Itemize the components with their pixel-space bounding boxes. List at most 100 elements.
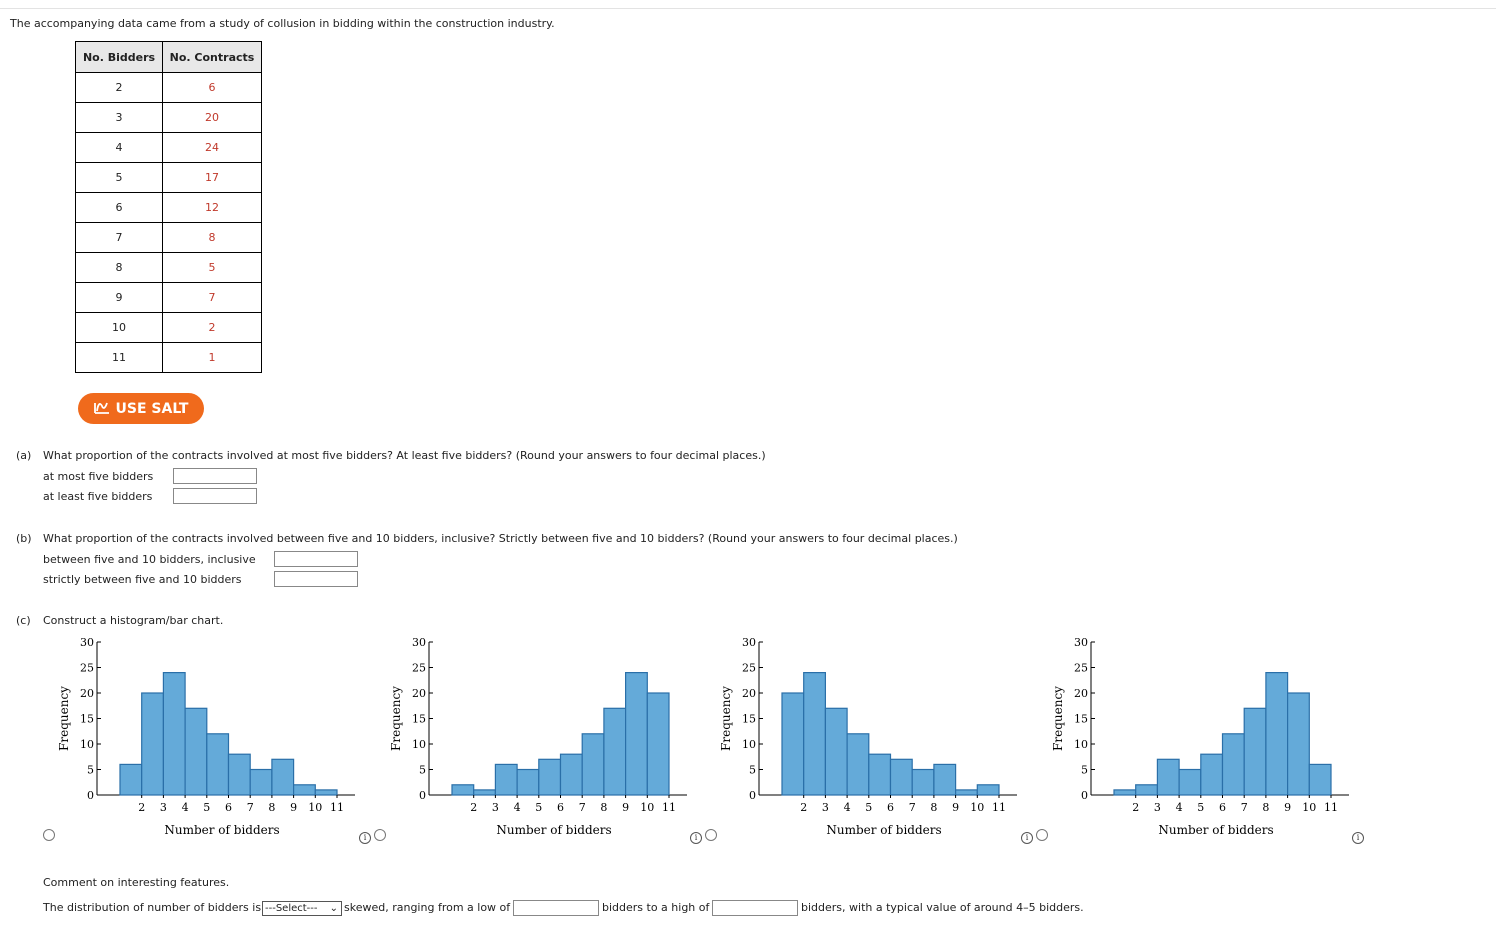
- x-tick-label: 2: [138, 801, 145, 814]
- x-axis-label: Number of bidders: [496, 823, 611, 837]
- y-tick-label: 10: [742, 738, 756, 751]
- histogram-bar: [911, 768, 935, 796]
- y-tick-label: 25: [742, 662, 756, 675]
- high-input[interactable]: [712, 900, 798, 916]
- x-tick-label: 9: [290, 801, 297, 814]
- histogram-bar: [473, 789, 496, 796]
- part-b-label: (b): [16, 532, 32, 545]
- histogram-bar: [846, 733, 870, 796]
- sentence-suffix: bidders, with a typical value of around …: [801, 901, 1084, 914]
- bidders-cell: 11: [75, 342, 163, 373]
- histogram-bar: [1243, 707, 1267, 796]
- histogram-bar: [955, 789, 978, 796]
- x-tick-label: 3: [822, 801, 829, 814]
- y-tick-label: 0: [749, 789, 756, 802]
- table-row: 11 1: [75, 342, 262, 373]
- x-tick-label: 5: [1197, 801, 1204, 814]
- x-tick-label: 7: [247, 801, 254, 814]
- x-tick-label: 7: [579, 801, 586, 814]
- at-most-five-input[interactable]: [173, 468, 257, 484]
- histogram-bar: [559, 753, 583, 796]
- table-row: 97: [75, 282, 262, 313]
- x-tick-label: 9: [1284, 801, 1291, 814]
- at-least-five-input[interactable]: [173, 488, 257, 504]
- sentence-prefix: The distribution of number of bidders is: [43, 901, 262, 914]
- top-divider: [0, 8, 1496, 9]
- low-input[interactable]: [513, 900, 599, 916]
- part-b-question: What proportion of the contracts involve…: [43, 532, 958, 545]
- radio-option-1[interactable]: [43, 829, 55, 841]
- histogram-bar: [516, 768, 540, 796]
- strictly-between-label: strictly between five and 10 bidders: [43, 573, 242, 586]
- salt-label: USE SALT: [115, 400, 189, 417]
- x-tick-label: 2: [800, 801, 807, 814]
- data-table: No. Bidders No. Contracts 2 6 3 20 4 24 5 17 6 12…: [75, 41, 262, 373]
- y-axis-label: Frequency: [719, 686, 733, 751]
- x-tick-label: 6: [557, 801, 564, 814]
- skew-select[interactable]: ---Select--- ⌄: [262, 901, 342, 916]
- histogram-bar: [581, 733, 605, 796]
- x-tick-label: 2: [470, 801, 477, 814]
- bidders-cell: 8: [75, 252, 163, 283]
- histogram-bar: [162, 671, 186, 796]
- info-icon-3[interactable]: i: [1021, 832, 1033, 844]
- x-tick-label: 3: [492, 801, 499, 814]
- between-inclusive-input[interactable]: [274, 551, 358, 567]
- table-row: 10 2: [75, 312, 262, 343]
- part-c-question: Construct a histogram/bar chart.: [43, 614, 224, 627]
- radio-option-2[interactable]: [374, 829, 386, 841]
- at-most-five-label: at most five bidders: [43, 470, 154, 483]
- y-tick-label: 20: [1074, 687, 1088, 700]
- contracts-cell: 24: [162, 132, 262, 163]
- x-tick-label: 6: [887, 801, 894, 814]
- histogram-option-1: 0 5 10 15 20 25 30 2 3 4 5 6 7 8 9 10 11 Number of bidder…: [57, 636, 355, 837]
- part-a-question: What proportion of the contracts involve…: [43, 449, 766, 462]
- bidders-cell: 4: [75, 132, 163, 163]
- strictly-between-input[interactable]: [274, 571, 358, 587]
- histogram-bar: [206, 733, 230, 796]
- histogram-bar: [451, 784, 475, 796]
- x-tick-label: 4: [182, 801, 189, 814]
- header-contracts: No. Contracts: [162, 41, 262, 73]
- x-tick-label: 8: [268, 801, 275, 814]
- x-tick-label: 8: [930, 801, 937, 814]
- x-tick-label: 6: [225, 801, 232, 814]
- histogram-bar: [494, 763, 518, 796]
- table-row: 5 17: [75, 162, 262, 193]
- histogram-bar: [1221, 733, 1245, 796]
- contracts-cell: 7: [162, 282, 262, 313]
- y-tick-label: 30: [80, 636, 94, 649]
- histogram-bar: [119, 763, 143, 796]
- y-tick-label: 0: [87, 789, 94, 802]
- histogram-bar: [271, 758, 295, 796]
- sentence-middle-2: bidders to a high of: [602, 901, 710, 914]
- histogram-bar: [976, 784, 1000, 796]
- x-axis-label: Number of bidders: [826, 823, 941, 837]
- histogram-bar: [868, 753, 892, 796]
- x-tick-label: 5: [865, 801, 872, 814]
- y-tick-label: 5: [1081, 764, 1088, 777]
- use-salt-button[interactable]: USE SALT: [78, 393, 204, 424]
- bidders-cell: 5: [75, 162, 163, 193]
- salt-icon: [93, 400, 110, 418]
- info-icon-1[interactable]: i: [359, 832, 371, 844]
- bidders-cell: 9: [75, 282, 163, 313]
- x-tick-label: 6: [1219, 801, 1226, 814]
- histogram-bar: [184, 707, 208, 796]
- x-tick-label: 9: [622, 801, 629, 814]
- between-inclusive-label: between five and 10 bidders, inclusive: [43, 553, 256, 566]
- info-icon-4[interactable]: i: [1352, 832, 1364, 844]
- x-tick-label: 10: [1302, 801, 1316, 814]
- info-icon-2[interactable]: i: [690, 832, 702, 844]
- contracts-cell: 17: [162, 162, 262, 193]
- histogram-bar: [625, 671, 648, 796]
- table-row: 85: [75, 252, 262, 283]
- intro-text: The accompanying data came from a study …: [10, 17, 555, 30]
- y-tick-label: 10: [1074, 738, 1088, 751]
- histogram-bar: [1113, 789, 1137, 796]
- radio-option-3[interactable]: [705, 829, 717, 841]
- histogram-bar: [314, 789, 338, 796]
- radio-option-4[interactable]: [1036, 829, 1048, 841]
- x-axis-label: Number of bidders: [164, 823, 279, 837]
- chevron-down-icon: ⌄: [329, 903, 338, 914]
